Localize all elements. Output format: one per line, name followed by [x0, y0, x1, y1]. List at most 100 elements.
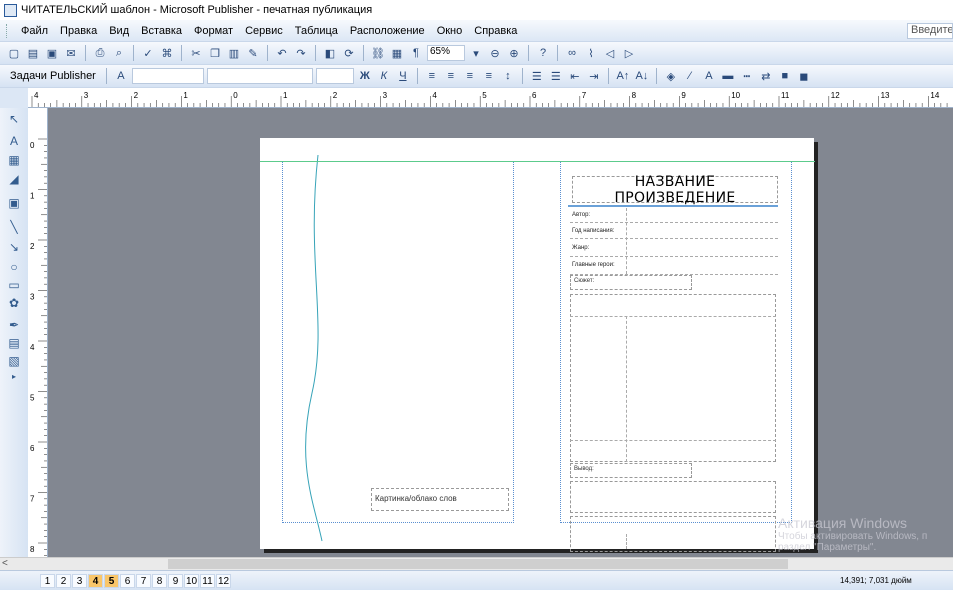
- menu-help[interactable]: Справка: [468, 25, 523, 37]
- new-document-icon[interactable]: ▢: [6, 45, 22, 61]
- page-tab-12[interactable]: 12: [216, 574, 231, 588]
- print-icon[interactable]: ⎙: [92, 45, 108, 61]
- grow-font-icon[interactable]: A↑: [615, 68, 631, 84]
- redo-icon[interactable]: ↷: [293, 45, 309, 61]
- menu-format[interactable]: Формат: [188, 25, 239, 37]
- font-select[interactable]: [206, 68, 313, 84]
- scrollbar-thumb[interactable]: [168, 559, 788, 569]
- page-tab-5[interactable]: 5: [104, 574, 119, 588]
- line-style-icon[interactable]: ▬: [720, 68, 736, 84]
- line-color-icon[interactable]: ⁄: [682, 68, 698, 84]
- page-tab-7[interactable]: 7: [136, 574, 151, 588]
- line-icon[interactable]: ╲: [7, 220, 21, 234]
- format-painter-icon[interactable]: ✎: [245, 45, 261, 61]
- zoom-in-icon[interactable]: ⊕: [506, 45, 522, 61]
- page-tab-9[interactable]: 9: [168, 574, 183, 588]
- line-spacing-icon[interactable]: ↕: [500, 68, 516, 84]
- toolbar-expand-icon[interactable]: ▸: [7, 370, 21, 384]
- page-tab-4[interactable]: 4: [88, 574, 103, 588]
- paste-icon[interactable]: ▥: [226, 45, 242, 61]
- rectangle-icon[interactable]: ▭: [7, 278, 21, 292]
- print-preview-icon[interactable]: ⌕: [111, 45, 127, 61]
- zoom-out-icon[interactable]: ⊖: [487, 45, 503, 61]
- picture-caption-box[interactable]: Картинка/облако слов: [371, 488, 509, 511]
- menu-table[interactable]: Таблица: [289, 25, 344, 37]
- text-box-icon[interactable]: A: [7, 134, 21, 148]
- left-page[interactable]: Картинка/облако слов: [260, 138, 538, 549]
- menu-view[interactable]: Вид: [103, 25, 135, 37]
- help-search-input[interactable]: Введите: [907, 23, 953, 39]
- document-workspace[interactable]: Картинка/облако слов НАЗВАНИЕ ПРОИЗВЕДЕН…: [48, 108, 953, 557]
- bullets-icon[interactable]: ☰: [548, 68, 564, 84]
- arrow-style-icon[interactable]: ⇄: [758, 68, 774, 84]
- columns-icon[interactable]: ▦: [389, 45, 405, 61]
- plot-label[interactable]: Сюжет:: [570, 275, 692, 290]
- horizontal-ruler[interactable]: 4 3 2 1 0 1 2 3 4 5 6 7 8 9 10 11 12 13 14: [28, 88, 953, 108]
- menu-arrange[interactable]: Расположение: [344, 25, 431, 37]
- right-page[interactable]: НАЗВАНИЕ ПРОИЗВЕДЕНИЕ Автор: Год написан…: [538, 138, 814, 552]
- bold-icon[interactable]: Ж: [357, 68, 373, 84]
- publisher-tasks-button[interactable]: Задачи Publisher: [6, 70, 100, 82]
- email-icon[interactable]: ✉: [63, 45, 79, 61]
- undo-icon[interactable]: ↶: [274, 45, 290, 61]
- menu-edit[interactable]: Правка: [54, 25, 103, 37]
- scroll-left-icon[interactable]: <: [2, 558, 8, 569]
- zoom-dropdown-icon[interactable]: ▾: [468, 45, 484, 61]
- prev-textbox-icon[interactable]: ◁: [602, 45, 618, 61]
- align-right-icon[interactable]: ≡: [462, 68, 478, 84]
- increase-indent-icon[interactable]: ⇥: [586, 68, 602, 84]
- hyperlink-icon[interactable]: ⛓: [370, 45, 386, 61]
- align-left-icon[interactable]: ≡: [424, 68, 440, 84]
- font-color-icon[interactable]: A: [701, 68, 717, 84]
- menu-file[interactable]: Файл: [15, 25, 54, 37]
- cut-icon[interactable]: ✂: [188, 45, 204, 61]
- underline-icon[interactable]: Ч: [395, 68, 411, 84]
- plot-text-area[interactable]: [570, 294, 776, 462]
- dash-style-icon[interactable]: ┅: [739, 68, 755, 84]
- copy-icon[interactable]: ❐: [207, 45, 223, 61]
- conclusion-label[interactable]: Вывод:: [570, 463, 692, 478]
- bring-forward-icon[interactable]: ◧: [322, 45, 338, 61]
- wordart-icon[interactable]: ◢: [7, 172, 21, 186]
- page-tab-8[interactable]: 8: [152, 574, 167, 588]
- page-tab-10[interactable]: 10: [184, 574, 199, 588]
- catalog-merge-icon[interactable]: ▧: [7, 354, 21, 368]
- rotate-icon[interactable]: ⟳: [341, 45, 357, 61]
- research-icon[interactable]: ⌘: [159, 45, 175, 61]
- horizontal-scrollbar[interactable]: <: [0, 557, 953, 570]
- menu-tools[interactable]: Сервис: [239, 25, 289, 37]
- menubar-grip[interactable]: [6, 23, 9, 38]
- page-title[interactable]: НАЗВАНИЕ ПРОИЗВЕДЕНИЕ: [572, 174, 778, 206]
- autoshapes-icon[interactable]: ✿: [7, 296, 21, 310]
- oval-icon[interactable]: ○: [7, 260, 21, 274]
- page-tab-2[interactable]: 2: [56, 574, 71, 588]
- shrink-font-icon[interactable]: A↓: [634, 68, 650, 84]
- page-tab-11[interactable]: 11: [200, 574, 215, 588]
- table-icon[interactable]: ▦: [7, 153, 21, 167]
- menu-window[interactable]: Окно: [431, 25, 469, 37]
- italic-icon[interactable]: К: [376, 68, 392, 84]
- vertical-ruler[interactable]: 0 1 2 3 4 5 6 7 8: [28, 108, 48, 588]
- decrease-indent-icon[interactable]: ⇤: [567, 68, 583, 84]
- conclusion-text-area[interactable]: [570, 481, 776, 513]
- style-select[interactable]: [131, 68, 204, 84]
- justify-icon[interactable]: ≡: [481, 68, 497, 84]
- page-tab-1[interactable]: 1: [40, 574, 55, 588]
- numbering-icon[interactable]: ☰: [529, 68, 545, 84]
- zoom-select[interactable]: 65%: [427, 45, 465, 61]
- link-textbox-icon[interactable]: ∞: [564, 45, 580, 61]
- open-folder-icon[interactable]: ▤: [25, 45, 41, 61]
- menu-insert[interactable]: Вставка: [135, 25, 188, 37]
- page-tab-3[interactable]: 3: [72, 574, 87, 588]
- unlink-textbox-icon[interactable]: ⌇: [583, 45, 599, 61]
- 3d-style-icon[interactable]: ◼: [796, 68, 812, 84]
- arrow-icon[interactable]: ↘: [7, 240, 21, 254]
- select-pointer-icon[interactable]: ↖: [7, 112, 21, 126]
- show-formatting-icon[interactable]: ¶: [408, 45, 424, 61]
- save-icon[interactable]: ▣: [44, 45, 60, 61]
- next-textbox-icon[interactable]: ▷: [621, 45, 637, 61]
- overflow-text-area[interactable]: [570, 516, 776, 552]
- font-size-select[interactable]: [315, 68, 354, 84]
- shadow-style-icon[interactable]: ■: [777, 68, 793, 84]
- picture-icon[interactable]: ▣: [7, 196, 21, 210]
